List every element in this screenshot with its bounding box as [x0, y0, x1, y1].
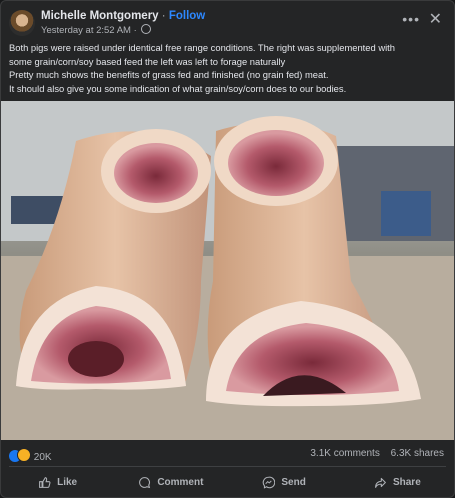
globe-icon: [141, 24, 152, 34]
reactions-summary[interactable]: 20K: [9, 448, 52, 463]
pork-legs-photo: [1, 101, 454, 440]
dot-separator: ·: [133, 25, 137, 36]
more-options-button[interactable]: •••: [402, 11, 420, 27]
author-line: Michelle Montgomery · Follow: [41, 10, 205, 22]
post-text-line: Pretty much shows the benefits of grass …: [9, 69, 329, 81]
messenger-icon: [263, 476, 276, 489]
post-text-line: Both pigs were raised under identical fr…: [9, 42, 395, 53]
comment-label: Comment: [157, 476, 204, 488]
author-name[interactable]: Michelle Montgomery: [41, 10, 159, 22]
like-button[interactable]: Like: [1, 470, 114, 494]
share-label: Share: [392, 476, 421, 488]
shares-count[interactable]: 6.3K shares: [391, 448, 444, 459]
engagement-counts: 3.1K comments 6.3K shares: [302, 448, 444, 459]
author-avatar[interactable]: [9, 10, 35, 36]
timestamp[interactable]: Yesterday at 2:52 AM: [41, 25, 131, 36]
comments-count[interactable]: 3.1K comments: [310, 448, 379, 459]
comment-icon: [139, 476, 151, 488]
send-button[interactable]: Send: [228, 470, 341, 494]
follow-button[interactable]: Follow: [169, 10, 205, 22]
post-photo[interactable]: [1, 101, 454, 440]
post-time-line: Yesterday at 2:52 AM ·: [41, 24, 152, 36]
post-card: Michelle Montgomery · Follow Yesterday a…: [0, 0, 455, 498]
share-icon: [375, 477, 386, 488]
separator: ·: [161, 10, 166, 22]
post-text-line: It should also give you some indication …: [9, 82, 347, 94]
like-label: Like: [57, 476, 78, 488]
send-label: Send: [281, 476, 306, 488]
comment-button[interactable]: Comment: [114, 470, 227, 494]
thumbs-up-icon: [39, 476, 51, 488]
post-text-line: some grain/corn/soy based feed the left …: [9, 55, 286, 67]
share-button[interactable]: Share: [341, 470, 454, 494]
reaction-count: 20K: [33, 452, 52, 463]
close-button[interactable]: ✕: [429, 9, 442, 29]
post-text: Both pigs were raised under identical fr…: [9, 41, 449, 95]
action-bar: Like Comment Send Share: [1, 470, 454, 494]
divider: [9, 466, 446, 467]
care-icon: [17, 448, 31, 462]
post-header: Michelle Montgomery · Follow Yesterday a…: [1, 1, 454, 37]
